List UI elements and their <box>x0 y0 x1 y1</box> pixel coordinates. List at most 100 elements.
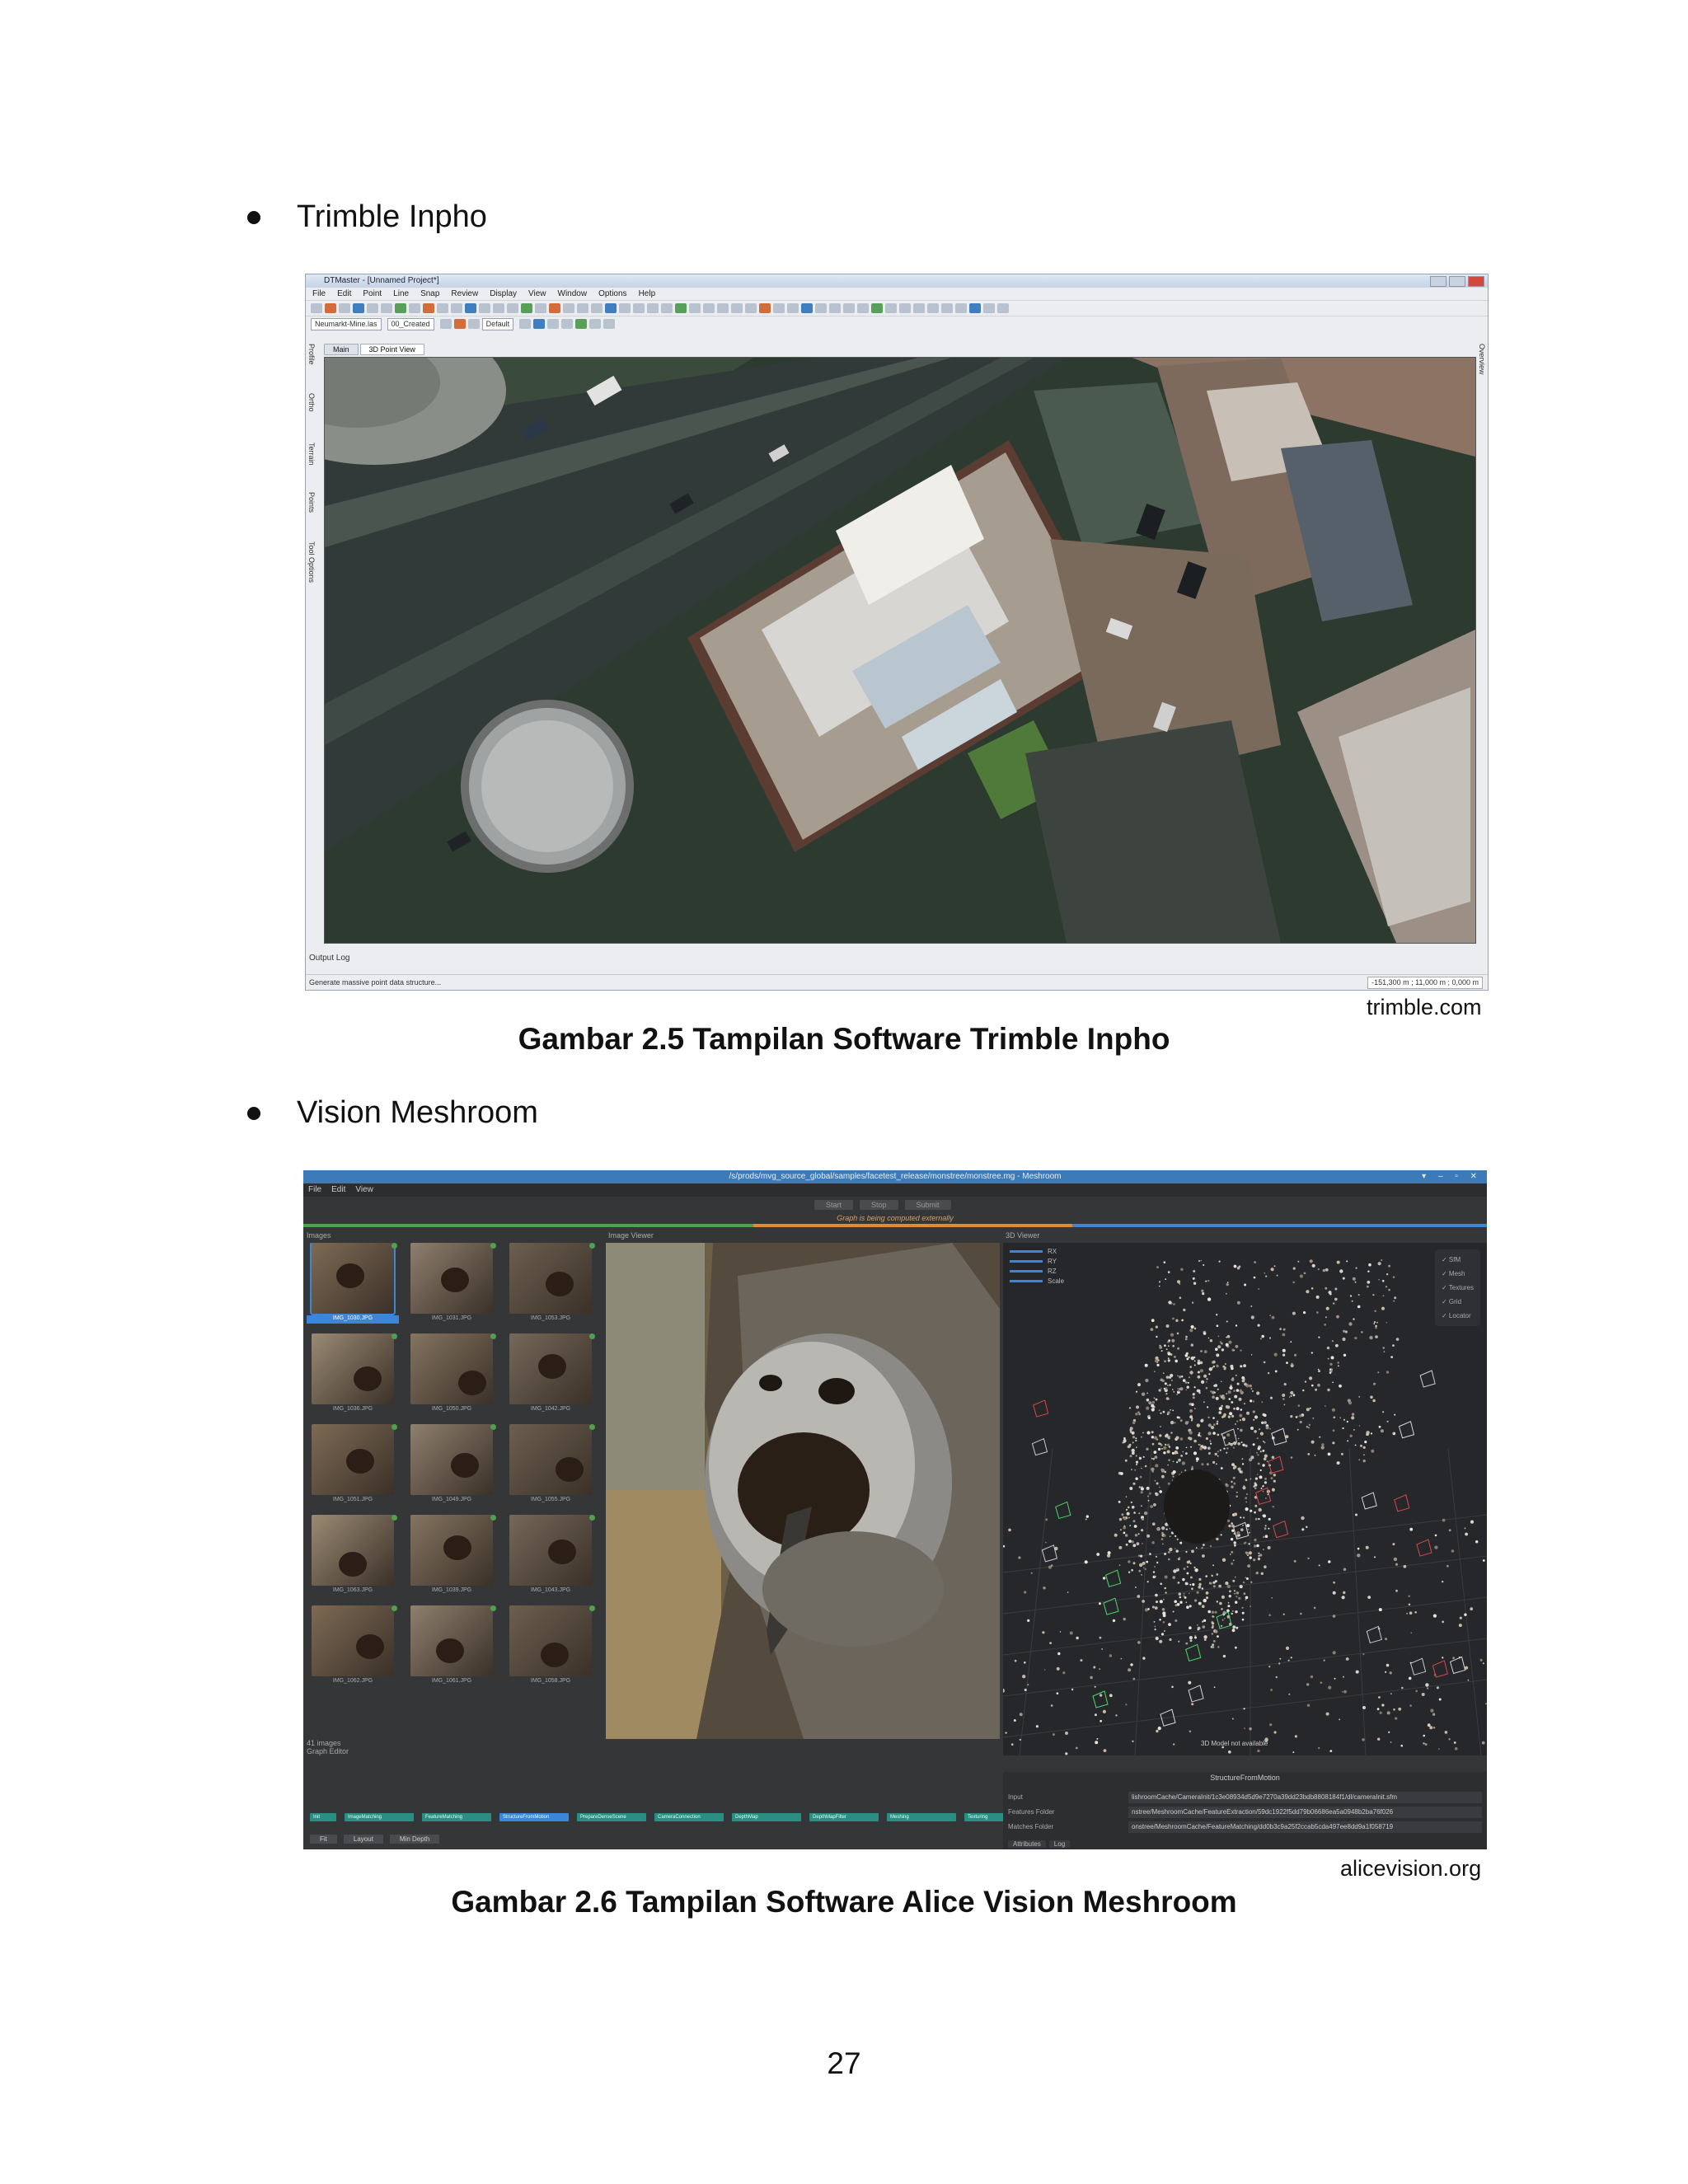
layer-mesh-label: Mesh <box>1448 1270 1465 1277</box>
menubar: File Edit Point Line Snap Review Display… <box>306 288 1488 300</box>
tool-icon <box>647 303 659 313</box>
tool-icon <box>561 319 574 329</box>
status-dot-icon <box>392 1515 397 1521</box>
tab-log: Log <box>1048 1840 1071 1848</box>
layer-grid: ✓ Grid <box>1441 1298 1462 1305</box>
tool-icon <box>885 303 897 313</box>
transform-sliders: RX RY RZ Scale <box>1010 1246 1064 1286</box>
tool-icon <box>689 303 701 313</box>
tool-icon <box>759 303 771 313</box>
tool-ortho: Ortho <box>307 393 316 412</box>
tree-hollow <box>458 1371 486 1395</box>
toolbar-main <box>306 300 1488 316</box>
thumbnail: IMG_1055.JPG <box>504 1424 597 1505</box>
tool-icon <box>591 303 603 313</box>
slider-rx-bar <box>1010 1249 1043 1253</box>
status-dot-icon <box>392 1605 397 1611</box>
tool-icon <box>633 303 645 313</box>
slider-rz: RZ <box>1010 1266 1064 1276</box>
tool-icon <box>353 303 364 313</box>
tool-icon <box>619 303 631 313</box>
stop-button: Stop <box>860 1200 898 1210</box>
bullet-dot <box>247 1106 260 1120</box>
attribute-row-features-folder: Features Folder nstree/MeshroomCache/Fea… <box>1008 1807 1482 1819</box>
thumbnail-grid: IMG_1030.JPG IMG_1031.JPG IMG_1053.JPG IMG_… <box>307 1243 603 1696</box>
output-log-label: Output Log <box>309 954 350 963</box>
tool-icon <box>467 319 480 329</box>
status-dot-icon <box>589 1605 595 1611</box>
slider-rx-label: RX <box>1048 1247 1057 1255</box>
tree-hollow <box>541 1643 569 1667</box>
attribute-row-input: Input lishroomCache/CameraInit/1c3e08934… <box>1008 1792 1482 1804</box>
tool-icon <box>857 303 869 313</box>
tool-icon <box>605 303 617 313</box>
tool-icon <box>913 303 925 313</box>
attribute-editor: StructureFromMotion Input lishroomCache/… <box>1003 1772 1487 1849</box>
left-tool-strip: Profile Ortho Terrain Points Tool Option… <box>307 344 319 855</box>
thumbnail: IMG_1053.JPG <box>504 1243 597 1324</box>
layer-textures-label: Textures <box>1448 1284 1474 1291</box>
tool-icon <box>311 303 322 313</box>
tool-icon <box>997 303 1009 313</box>
status-text: Generate massive point data structure... <box>309 978 442 987</box>
tool-icon <box>941 303 953 313</box>
tab-main: Main <box>324 344 359 355</box>
tool-icon <box>533 319 546 329</box>
figure-caption-2-5: Gambar 2.5 Tampilan Software Trimble Inp… <box>518 1022 1170 1056</box>
window-titlebar: DTMaster - [Unnamed Project*] <box>306 274 1488 288</box>
tool-icon <box>577 303 588 313</box>
minimize-icon <box>1430 276 1447 287</box>
tool-icon <box>829 303 841 313</box>
thumbnail-image <box>509 1605 592 1676</box>
tool-icon <box>589 319 602 329</box>
point-cloud-points <box>1003 1259 1487 1755</box>
slider-rx: RX <box>1010 1246 1064 1256</box>
tree-hollow <box>346 1449 374 1474</box>
attribute-row-matches-folder: Matches Folder onstree/MeshroomCache/Fea… <box>1008 1821 1482 1834</box>
tool-icon <box>575 319 588 329</box>
tab-attributes: Attributes <box>1008 1840 1046 1848</box>
thumbnail-image <box>310 1243 396 1315</box>
node-depth-map: DepthMap <box>732 1813 801 1821</box>
tool-icon <box>983 303 995 313</box>
thumbnail: IMG_1030.JPG <box>307 1243 399 1324</box>
menu-file: File <box>308 1185 322 1194</box>
thumbnail-label: IMG_1043.JPG <box>530 1587 571 1593</box>
menu-display: Display <box>490 289 518 298</box>
window-title: /s/prods/mvg_source_global/samples/facet… <box>729 1172 1062 1181</box>
window-titlebar: /s/prods/mvg_source_global/samples/facet… <box>303 1170 1487 1183</box>
tool-icon <box>661 303 673 313</box>
thumbnail-label: IMG_1063.JPG <box>332 1587 373 1593</box>
tool-icon <box>409 303 420 313</box>
status-dot-icon <box>392 1424 397 1430</box>
tool-icon <box>815 303 827 313</box>
tree-hollow <box>336 1263 364 1288</box>
thumbnail-label: IMG_1050.JPG <box>431 1406 472 1412</box>
computed-externally-message: Graph is being computed externally <box>837 1214 954 1222</box>
slider-ry-label: RY <box>1048 1257 1057 1265</box>
thumbnail-label: IMG_1062.JPG <box>332 1678 373 1684</box>
coordinate-readout: -151,300 m ; 11,000 m ; 0,000 m <box>1367 977 1483 989</box>
images-panel-title: Images <box>307 1231 331 1240</box>
slider-scale: Scale <box>1010 1276 1064 1286</box>
menu-help: Help <box>638 289 656 298</box>
thumbnail: IMG_1051.JPG <box>307 1424 399 1505</box>
tool-points: Points <box>307 492 316 513</box>
figure-caption-2-6: Gambar 2.6 Tampilan Software Alice Visio… <box>451 1885 1237 1919</box>
thumbnail-label: IMG_1053.JPG <box>530 1315 571 1321</box>
tool-icon <box>521 303 532 313</box>
tool-icon <box>339 303 350 313</box>
status-dot-icon <box>490 1333 496 1339</box>
meshroom-screenshot: /s/prods/mvg_source_global/samples/facet… <box>303 1170 1487 1849</box>
thumbnail-image <box>410 1333 493 1404</box>
tree-hollow <box>548 1540 576 1564</box>
thumbnail-image <box>312 1333 394 1404</box>
tree-hollow <box>443 1535 471 1560</box>
tree-hollow <box>538 1354 566 1379</box>
layer-textures: ✓ Textures <box>1441 1284 1474 1291</box>
thumbnail-label: IMG_1058.JPG <box>530 1678 571 1684</box>
status-dot-icon <box>589 1243 595 1249</box>
tool-icon <box>439 319 452 329</box>
attribute-editor-title: StructureFromMotion <box>1210 1774 1280 1782</box>
menu-edit: Edit <box>337 289 352 298</box>
